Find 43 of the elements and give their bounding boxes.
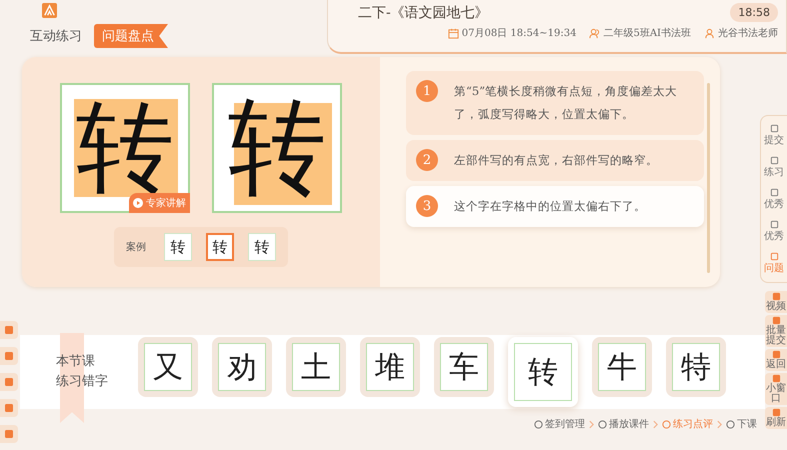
character-card[interactable]: 特 — [666, 337, 726, 397]
sample-thumbnail[interactable]: 转 — [206, 233, 234, 261]
feedback-item[interactable]: 3 这个字在字格中的位置太偏右下了。 — [406, 186, 704, 227]
character-card[interactable]: 又 — [138, 337, 198, 397]
toolbar-button[interactable]: 提交 — [764, 122, 784, 148]
corner-tool-button[interactable]: 批量提交 — [765, 315, 787, 347]
character-card[interactable]: 牛 — [592, 337, 652, 397]
samples-label: 案例 — [126, 240, 146, 254]
character-card[interactable]: 堆 — [360, 337, 420, 397]
time-badge: 18:58 — [730, 3, 778, 22]
corner-tool-button[interactable]: 返回 — [765, 349, 787, 371]
section-title: 本节课 — [56, 353, 96, 371]
step-link[interactable]: 签到管理 — [534, 417, 585, 431]
toolbar-button[interactable]: 练习 — [764, 154, 784, 180]
sample-thumbnail[interactable]: 转 — [164, 233, 192, 261]
feedback-item[interactable]: 2 左部件写的有点宽，右部件写的略窄。 — [406, 140, 704, 181]
feedback-text: 第“5”笔横长度稍微有点短，角度偏差太大了，弧度写得略大，位置太偏下。 — [454, 83, 678, 123]
feedback-text: 这个字在字格中的位置太偏右下了。 — [454, 198, 646, 215]
number-badge: 1 — [416, 80, 438, 102]
number-badge: 3 — [416, 195, 438, 217]
character-card[interactable]: 劝 — [212, 337, 272, 397]
corner-tool-button[interactable]: 视频 — [765, 291, 787, 313]
character-card[interactable]: 车 — [434, 337, 494, 397]
sample-thumbnail[interactable]: 转 — [248, 233, 276, 261]
lesson-date: 07月08日 18:54~19:34 — [462, 27, 576, 40]
tab[interactable]: 互动练习 — [24, 24, 88, 48]
number-badge: 2 — [416, 149, 438, 171]
section-title: 练习错字 — [56, 373, 109, 391]
character-card[interactable]: 转 — [508, 337, 578, 407]
feedback-item[interactable]: 1 第“5”笔横长度稍微有点短，角度偏差太大了，弧度写得略大，位置太偏下。 — [406, 71, 704, 135]
character-card[interactable]: 土 — [286, 337, 346, 397]
tab[interactable]: 问题盘点 — [94, 24, 168, 48]
step-link[interactable]: 下课 — [726, 417, 757, 431]
feedback-text: 左部件写的有点宽，右部件写的略窄。 — [454, 152, 658, 169]
lesson-title: 二下-《语文园地七》 — [358, 4, 489, 22]
class-name: 二年级5班AI书法班 — [603, 26, 691, 40]
toolbar-button[interactable]: 优秀 — [764, 218, 784, 244]
toolbar-button[interactable]: 优秀 — [764, 186, 784, 212]
step-link[interactable]: 播放课件 — [598, 417, 649, 431]
corner-tool-button[interactable]: 小窗口 — [765, 373, 787, 405]
corner-tool-button[interactable]: 刷新 — [765, 407, 787, 429]
expert-explain-button[interactable]: 专家讲解 — [129, 193, 190, 213]
teacher-name: 光谷书法老师 — [718, 26, 778, 40]
